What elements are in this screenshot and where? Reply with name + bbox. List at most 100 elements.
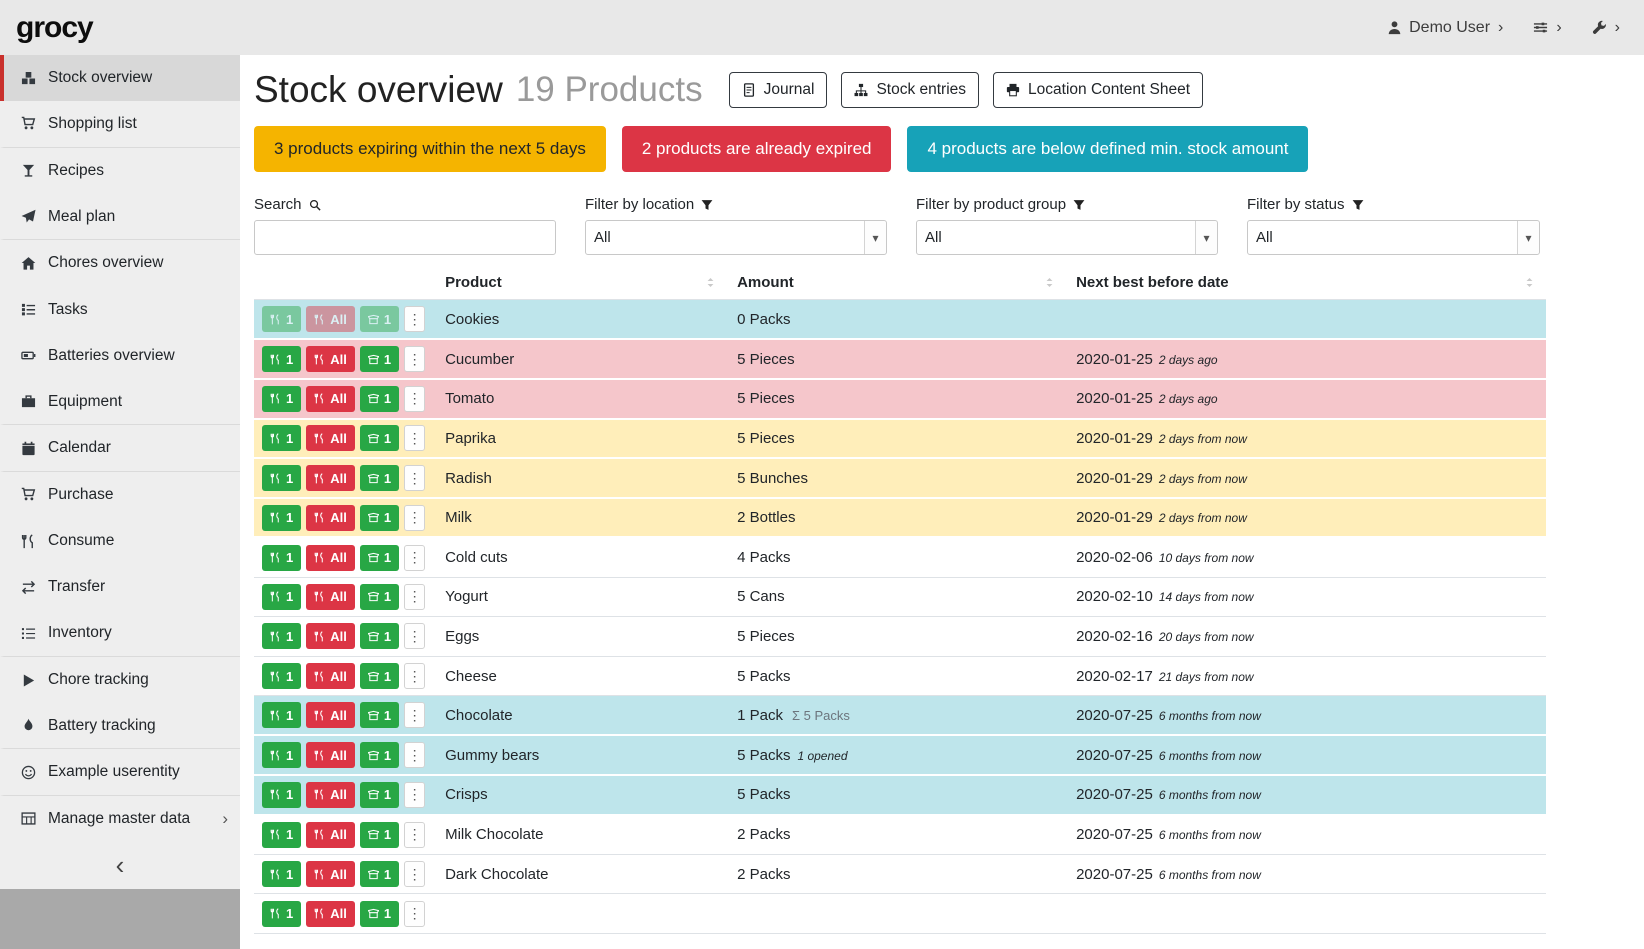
row-menu-button[interactable]: ⋮ — [404, 425, 425, 451]
open-one-button[interactable]: 1 — [360, 584, 399, 610]
sidebar-item-manage-master-data[interactable]: Manage master data› — [0, 796, 240, 842]
journal-button[interactable]: Journal — [729, 72, 828, 108]
open-one-button[interactable]: 1 — [360, 346, 399, 372]
open-one-button[interactable]: 1 — [360, 822, 399, 848]
open-one-button[interactable]: 1 — [360, 623, 399, 649]
sidebar-item-recipes[interactable]: Recipes — [0, 148, 240, 194]
sidebar-item-purchase[interactable]: Purchase — [0, 472, 240, 518]
filter-by-location-select[interactable]: All — [585, 220, 887, 255]
consume-all-button[interactable]: All — [306, 465, 355, 491]
consume-one-button[interactable]: 1 — [262, 663, 301, 689]
row-menu-button[interactable]: ⋮ — [404, 386, 425, 412]
consume-one-button[interactable]: 1 — [262, 346, 301, 372]
row-menu-button[interactable]: ⋮ — [404, 623, 425, 649]
view-settings-menu[interactable]: › — [1533, 19, 1561, 37]
sidebar-item-example-userentity[interactable]: Example userentity — [0, 749, 240, 795]
user-menu[interactable]: Demo User› — [1387, 19, 1503, 37]
open-one-button[interactable]: 1 — [360, 306, 399, 332]
consume-one-button[interactable]: 1 — [262, 861, 301, 887]
sidebar-item-battery-tracking[interactable]: Battery tracking — [0, 703, 240, 749]
consume-all-button[interactable]: All — [306, 545, 355, 571]
sidebar-item-meal-plan[interactable]: Meal plan — [0, 194, 240, 240]
consume-one-button[interactable]: 1 — [262, 425, 301, 451]
row-menu-button[interactable]: ⋮ — [404, 306, 425, 332]
consume-one-button[interactable]: 1 — [262, 901, 301, 927]
row-menu-button[interactable]: ⋮ — [404, 584, 425, 610]
row-menu-button[interactable]: ⋮ — [404, 663, 425, 689]
location-content-sheet-button[interactable]: Location Content Sheet — [993, 72, 1203, 108]
sidebar-item-chores-overview[interactable]: Chores overview — [0, 240, 240, 286]
consume-all-button[interactable]: All — [306, 861, 355, 887]
column-header-next-best-before-date[interactable]: Next best before date — [1066, 269, 1546, 300]
row-menu-button[interactable]: ⋮ — [404, 822, 425, 848]
open-one-button[interactable]: 1 — [360, 901, 399, 927]
consume-one-button[interactable]: 1 — [262, 623, 301, 649]
open-one-button[interactable]: 1 — [360, 782, 399, 808]
open-one-button[interactable]: 1 — [360, 545, 399, 571]
sidebar-item-shopping-list[interactable]: Shopping list — [0, 101, 240, 147]
open-one-button[interactable]: 1 — [360, 742, 399, 768]
sidebar-item-calendar[interactable]: Calendar — [0, 425, 240, 471]
filter-by-status-select[interactable]: All — [1247, 220, 1540, 255]
row-actions: 1All1⋮ — [262, 505, 425, 531]
consume-all-button[interactable]: All — [306, 386, 355, 412]
sidebar-item-transfer[interactable]: Transfer — [0, 564, 240, 610]
sidebar-item-stock-overview[interactable]: Stock overview — [0, 55, 240, 101]
consume-one-button[interactable]: 1 — [262, 465, 301, 491]
consume-all-button[interactable]: All — [306, 663, 355, 689]
consume-all-button[interactable]: All — [306, 505, 355, 531]
open-one-button[interactable]: 1 — [360, 386, 399, 412]
app-logo[interactable]: grocy — [16, 11, 93, 45]
row-menu-button[interactable]: ⋮ — [404, 861, 425, 887]
consume-all-button[interactable]: All — [306, 702, 355, 728]
consume-all-button[interactable]: All — [306, 822, 355, 848]
consume-one-button[interactable]: 1 — [262, 742, 301, 768]
admin-menu[interactable]: › — [1592, 19, 1620, 37]
sidebar-item-equipment[interactable]: Equipment — [0, 379, 240, 425]
consume-one-button[interactable]: 1 — [262, 584, 301, 610]
consume-all-button[interactable]: All — [306, 346, 355, 372]
consume-one-button[interactable]: 1 — [262, 505, 301, 531]
open-one-button[interactable]: 1 — [360, 663, 399, 689]
consume-one-button[interactable]: 1 — [262, 306, 301, 332]
sidebar-item-consume[interactable]: Consume — [0, 518, 240, 564]
consume-all-button[interactable]: All — [306, 901, 355, 927]
consume-one-button[interactable]: 1 — [262, 545, 301, 571]
open-one-button[interactable]: 1 — [360, 505, 399, 531]
consume-all-button[interactable]: All — [306, 742, 355, 768]
sidebar-item-chore-tracking[interactable]: Chore tracking — [0, 657, 240, 703]
consume-all-button[interactable]: All — [306, 782, 355, 808]
row-menu-button[interactable]: ⋮ — [404, 465, 425, 491]
sidebar-item-tasks[interactable]: Tasks — [0, 286, 240, 332]
sidebar-item-inventory[interactable]: Inventory — [0, 611, 240, 657]
open-one-button[interactable]: 1 — [360, 425, 399, 451]
consume-one-button[interactable]: 1 — [262, 782, 301, 808]
consume-all-button[interactable]: All — [306, 306, 355, 332]
consume-one-button[interactable]: 1 — [262, 702, 301, 728]
stock-entries-button[interactable]: Stock entries — [841, 72, 979, 108]
consume-all-button[interactable]: All — [306, 425, 355, 451]
banner-danger[interactable]: 2 products are already expired — [622, 126, 892, 172]
sidebar-collapse-button[interactable]: ‹ — [0, 842, 240, 889]
column-header-amount[interactable]: Amount — [727, 269, 1066, 300]
sidebar-item-batteries-overview[interactable]: Batteries overview — [0, 333, 240, 379]
banner-info[interactable]: 4 products are below defined min. stock … — [907, 126, 1308, 172]
row-menu-button[interactable]: ⋮ — [404, 346, 425, 372]
row-menu-button[interactable]: ⋮ — [404, 742, 425, 768]
open-one-button[interactable]: 1 — [360, 861, 399, 887]
consume-all-button[interactable]: All — [306, 623, 355, 649]
consume-one-button[interactable]: 1 — [262, 822, 301, 848]
row-menu-button[interactable]: ⋮ — [404, 702, 425, 728]
column-header-product[interactable]: Product — [435, 269, 727, 300]
banner-warning[interactable]: 3 products expiring within the next 5 da… — [254, 126, 606, 172]
row-menu-button[interactable]: ⋮ — [404, 505, 425, 531]
row-menu-button[interactable]: ⋮ — [404, 901, 425, 927]
search-input[interactable] — [254, 220, 556, 255]
open-one-button[interactable]: 1 — [360, 465, 399, 491]
filter-by-product-group-select[interactable]: All — [916, 220, 1218, 255]
consume-all-button[interactable]: All — [306, 584, 355, 610]
row-menu-button[interactable]: ⋮ — [404, 545, 425, 571]
row-menu-button[interactable]: ⋮ — [404, 782, 425, 808]
open-one-button[interactable]: 1 — [360, 702, 399, 728]
consume-one-button[interactable]: 1 — [262, 386, 301, 412]
